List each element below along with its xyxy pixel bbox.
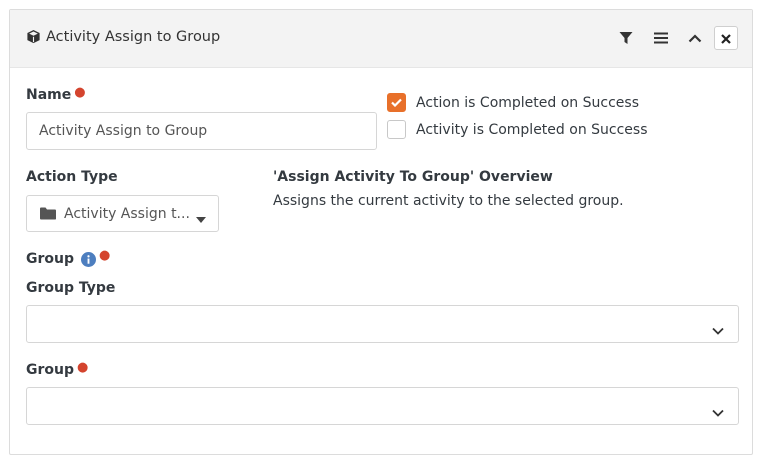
activity-completed-label: Activity is Completed on Success [416, 121, 648, 138]
group-label: Group ● [26, 247, 111, 268]
group-type-select[interactable] [26, 305, 739, 343]
activity-completed-checkbox[interactable] [387, 120, 406, 139]
cube-icon [26, 29, 41, 48]
activity-completed-checkbox-row[interactable]: Activity is Completed on Success [387, 120, 648, 139]
overview-description: Assigns the current activity to the sele… [273, 193, 624, 209]
name-input-value: Activity Assign to Group [39, 123, 208, 139]
folder-icon [40, 207, 56, 220]
action-type-label: Action Type [26, 169, 118, 185]
group-select-label: Group ● [26, 360, 89, 378]
name-label-text: Name [26, 87, 72, 103]
overview-title: 'Assign Activity To Group' Overview [273, 169, 553, 185]
menu-icon[interactable] [651, 28, 671, 48]
group-select-label-text: Group [26, 362, 75, 378]
group-select[interactable] [26, 387, 739, 425]
panel-title: Activity Assign to Group [26, 29, 220, 48]
group-label-text: Group [26, 251, 75, 267]
action-type-value: Activity Assign t... [64, 205, 190, 222]
panel-title-text: Activity Assign to Group [46, 29, 221, 45]
required-indicator: ● [99, 247, 111, 263]
filter-icon[interactable] [616, 28, 636, 48]
action-completed-checkbox-row[interactable]: Action is Completed on Success [387, 93, 639, 112]
action-type-picker[interactable]: Activity Assign t... [26, 195, 219, 232]
action-completed-checkbox[interactable] [387, 93, 406, 112]
close-button[interactable] [714, 26, 738, 50]
close-icon [721, 29, 731, 48]
name-label: Name ● [26, 85, 86, 103]
group-type-label: Group Type [26, 280, 116, 296]
chevron-down-icon [712, 320, 724, 339]
required-indicator: ● [77, 360, 89, 375]
action-completed-label: Action is Completed on Success [416, 94, 639, 111]
caret-down-icon [196, 211, 206, 227]
chevron-down-icon [712, 402, 724, 421]
chevron-up-icon[interactable] [685, 28, 705, 48]
required-indicator: ● [74, 85, 86, 100]
name-input[interactable]: Activity Assign to Group [26, 112, 377, 150]
info-icon[interactable] [81, 251, 97, 267]
panel-header: Activity Assign to Group [10, 10, 752, 68]
